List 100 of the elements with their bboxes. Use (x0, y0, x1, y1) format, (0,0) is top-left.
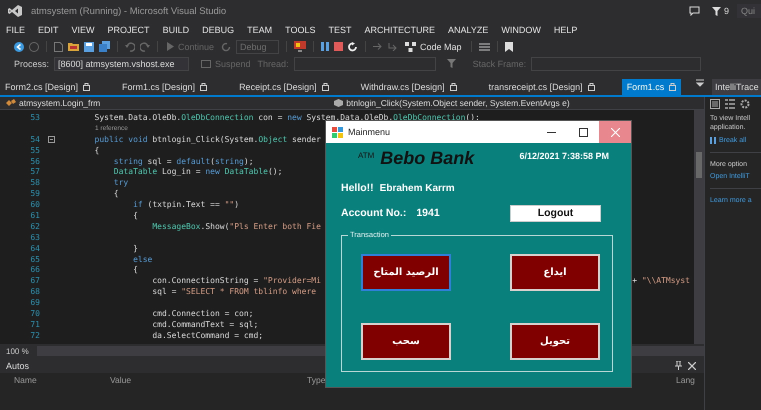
save-all-icon[interactable] (99, 41, 110, 52)
line-number: 67 (29, 276, 40, 286)
menu-item[interactable]: FILE (1, 25, 30, 35)
menu-item[interactable]: TEST (323, 25, 356, 35)
logout-button[interactable]: Logout (510, 204, 601, 222)
column-header[interactable]: Name (14, 374, 37, 384)
notification-count: 9 (724, 6, 729, 16)
menu-item[interactable]: WINDOW (496, 25, 546, 35)
line-number: 63 (29, 232, 40, 242)
pin-icon[interactable] (675, 361, 682, 370)
menu-item[interactable]: EDIT (33, 25, 64, 35)
refresh-icon[interactable] (221, 42, 232, 52)
menu-item[interactable]: VIEW (66, 25, 100, 35)
line-number: 54 (29, 134, 40, 144)
code-line: { (132, 210, 138, 220)
member-dropdown[interactable]: btnlogin_Click(System.Object sender, System.EventArgs e) (328, 98, 570, 108)
redo-icon[interactable] (140, 42, 150, 52)
line-number: 55 (29, 146, 40, 155)
line-number: 66 (29, 265, 40, 274)
lock-icon (450, 83, 457, 91)
restart-icon[interactable] (348, 42, 358, 52)
pause-icon[interactable] (321, 42, 330, 51)
quick-launch-field[interactable]: Qui (737, 4, 761, 18)
line-number: 56 (29, 156, 40, 166)
transaction-button[interactable]: الرصيد المتاح (361, 254, 451, 291)
document-tab[interactable]: Receipt.cs [Design] (234, 79, 334, 95)
new-file-icon[interactable] (54, 42, 63, 52)
line-number: 61 (29, 210, 40, 220)
menu-item[interactable]: ANALYZE (443, 25, 494, 35)
code-line: else (132, 254, 152, 264)
code-line: MessageBox.Show("Pls Enter both Fie (151, 222, 321, 231)
transaction-button[interactable]: سحب (361, 323, 451, 360)
browser-icon[interactable] (294, 41, 306, 52)
settings-icon[interactable] (740, 99, 750, 109)
lock-icon (322, 83, 329, 91)
feedback-icon[interactable] (688, 6, 700, 16)
panel-tab[interactable]: IntelliTrace (712, 79, 761, 95)
back-icon[interactable] (14, 42, 24, 52)
menu-item[interactable]: BUILD (158, 25, 194, 35)
document-tab[interactable]: transreceipt.cs [Design] (484, 79, 600, 95)
folder-icon[interactable] (68, 42, 79, 51)
document-tab[interactable]: Form1.cs (622, 79, 682, 95)
user-name: Ebrahem Karrm (380, 182, 455, 194)
lock-icon (200, 83, 208, 91)
column-header[interactable]: Lang (676, 374, 695, 384)
line-number: 72 (29, 330, 40, 340)
code-line: cmd.Connection = con; (151, 308, 254, 318)
code-map-button[interactable]: Code Map (403, 42, 464, 52)
code-line: } (132, 244, 138, 253)
transaction-button[interactable]: تحويل (510, 323, 600, 360)
bookmark-icon[interactable] (504, 42, 513, 52)
column-header[interactable]: Type (307, 374, 326, 384)
menu-item[interactable]: HELP (548, 25, 582, 35)
menu-item[interactable]: PROJECT (102, 25, 155, 35)
filter-icon[interactable] (712, 6, 721, 16)
line-number: 69 (29, 298, 40, 308)
account-number: 1941 (416, 207, 440, 219)
lock-icon (669, 83, 676, 91)
line-number: 65 (29, 254, 40, 264)
menu-item[interactable]: TEAM (242, 25, 278, 35)
menu-item[interactable]: DEBUG (197, 25, 240, 35)
date-time: 6/12/2021 7:38:58 PM (519, 151, 609, 161)
code-line: da.SelectCommand = cmd; (151, 330, 264, 340)
line-number: 60 (29, 200, 40, 210)
toolbar-icon[interactable] (478, 42, 490, 52)
zoom-level[interactable]: 100 % (0, 346, 37, 356)
menu-item[interactable]: TOOLS (280, 25, 320, 35)
process-dropdown[interactable]: [8600] atmsystem.vshost.exe (54, 56, 190, 70)
step-into-icon[interactable] (388, 42, 398, 51)
line-number: 59 (29, 189, 40, 198)
collapse-icon[interactable] (48, 136, 55, 143)
code-line: { (112, 189, 119, 198)
document-tab[interactable]: Form1.cs [Design] (117, 79, 212, 95)
dialog-title: Mainmenu (348, 127, 390, 137)
stop-icon[interactable] (334, 42, 344, 51)
line-number: 57 (29, 167, 40, 176)
document-tab[interactable]: Withdraw.cs [Design] (356, 79, 462, 95)
line-number: 71 (29, 320, 40, 329)
save-icon[interactable] (84, 42, 94, 52)
transaction-button[interactable]: ايداع (510, 254, 600, 291)
undo-icon[interactable] (125, 42, 135, 52)
line-number: 70 (29, 308, 40, 318)
code-line: cmd.CommandText = sql; (151, 320, 258, 329)
code-line: { (132, 265, 138, 274)
close-icon[interactable] (688, 362, 696, 370)
bank-logo: Bebo Bank (380, 148, 474, 169)
menu-item[interactable]: ARCHITECTURE (359, 25, 440, 35)
list-icon[interactable] (710, 99, 720, 109)
dropdown-icon[interactable] (696, 79, 704, 87)
step-icon[interactable] (373, 42, 384, 51)
class-dropdown[interactable]: atmsystem.Login_frm (0, 98, 100, 108)
panel-title: Autos (6, 360, 30, 370)
forward-icon[interactable] (29, 42, 39, 52)
details-icon[interactable] (725, 99, 735, 109)
line-number: 58 (29, 178, 40, 188)
line-number: 53 (29, 112, 40, 122)
column-header[interactable]: Value (110, 374, 132, 384)
pause-icon (710, 136, 716, 144)
document-tab[interactable]: Form2.cs [Design] (0, 79, 96, 95)
vertical-scrollbar[interactable] (694, 110, 704, 344)
